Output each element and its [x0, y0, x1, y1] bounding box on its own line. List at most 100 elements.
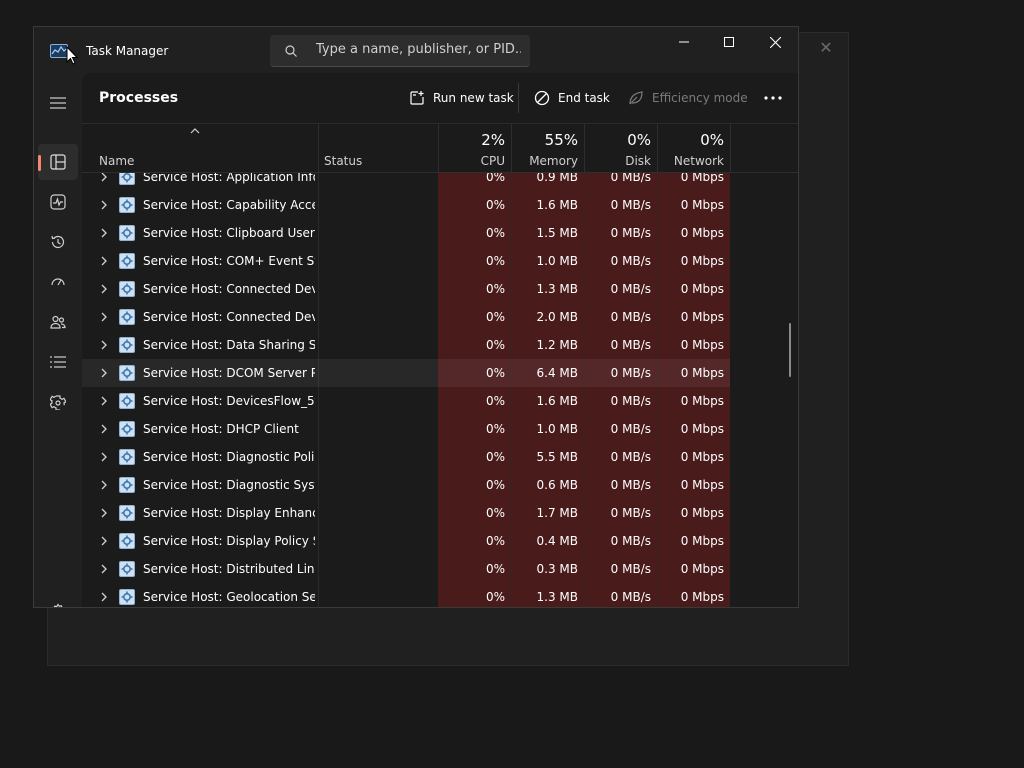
- column-name[interactable]: Name: [99, 154, 134, 168]
- chevron-right-icon[interactable]: [100, 480, 108, 490]
- table-row[interactable]: Service Host: DCOM Server Pr... 0% 6.4 MB 0…: [82, 359, 730, 387]
- process-name: Service Host: Diagnostic Syste...: [143, 478, 315, 492]
- network-value: 0 Mbps: [680, 198, 724, 212]
- run-new-task-button[interactable]: Run new task: [409, 85, 514, 111]
- memory-value: 1.6 MB: [536, 394, 578, 408]
- table-row[interactable]: Service Host: Display Policy Se... 0% 0.4 …: [82, 527, 730, 555]
- chevron-right-icon[interactable]: [100, 564, 108, 574]
- table-row[interactable]: Service Host: Application Infor... 0% 0.9 …: [82, 173, 730, 191]
- process-name: Service Host: Data Sharing Ser...: [143, 338, 315, 352]
- disk-value: 0 MB/s: [610, 590, 651, 604]
- background-close-icon[interactable]: ✕: [817, 39, 835, 57]
- memory-value: 0.4 MB: [536, 534, 578, 548]
- table-row[interactable]: Service Host: Geolocation Serv... 0% 1.3 M…: [82, 583, 730, 607]
- service-gear-icon: [119, 309, 135, 325]
- chevron-right-icon[interactable]: [100, 173, 108, 182]
- network-value: 0 Mbps: [680, 562, 724, 576]
- chevron-right-icon[interactable]: [100, 396, 108, 406]
- nav-startup-apps[interactable]: [38, 264, 78, 300]
- chevron-right-icon[interactable]: [100, 536, 108, 546]
- chevron-right-icon[interactable]: [100, 312, 108, 322]
- title-bar[interactable]: Task Manager: [34, 27, 798, 73]
- table-row[interactable]: Service Host: COM+ Event Sys... 0% 1.0 MB 0…: [82, 247, 730, 275]
- cpu-value: 0%: [485, 478, 505, 492]
- table-row[interactable]: Service Host: Diagnostic Syste... 0% 0.6 M…: [82, 471, 730, 499]
- process-name: Service Host: Capability Acces...: [143, 198, 315, 212]
- service-gear-icon: [119, 197, 135, 213]
- column-status[interactable]: Status: [324, 154, 362, 168]
- process-name: Service Host: Geolocation Serv...: [143, 590, 315, 604]
- disk-value: 0 MB/s: [610, 254, 651, 268]
- cpu-value: 0%: [485, 422, 505, 436]
- service-gear-icon: [119, 589, 135, 605]
- chevron-right-icon[interactable]: [100, 592, 108, 602]
- nav-performance[interactable]: [38, 184, 78, 220]
- cpu-value: 0%: [485, 450, 505, 464]
- service-gear-icon: [119, 365, 135, 381]
- network-value: 0 Mbps: [680, 506, 724, 520]
- table-row[interactable]: Service Host: Diagnostic Polic... 0% 5.5 M…: [82, 443, 730, 471]
- close-button[interactable]: [752, 27, 798, 57]
- memory-value: 5.5 MB: [536, 450, 578, 464]
- efficiency-mode-button[interactable]: Efficiency mode: [628, 85, 748, 111]
- maximize-button[interactable]: [706, 27, 752, 57]
- cpu-value: 0%: [485, 173, 505, 184]
- table-row[interactable]: Service Host: DevicesFlow_5f9... 0% 1.6 MB…: [82, 387, 730, 415]
- disk-value: 0 MB/s: [610, 173, 651, 184]
- search-input[interactable]: [316, 42, 521, 57]
- table-row[interactable]: Service Host: Data Sharing Ser... 0% 1.2 M…: [82, 331, 730, 359]
- chevron-right-icon[interactable]: [100, 368, 108, 378]
- disk-value: 0 MB/s: [610, 394, 651, 408]
- disk-value: 0 MB/s: [610, 506, 651, 520]
- disk-value: 0 MB/s: [610, 534, 651, 548]
- chevron-right-icon[interactable]: [100, 200, 108, 210]
- disk-value: 0 MB/s: [610, 282, 651, 296]
- table-row[interactable]: Service Host: Capability Acces... 0% 1.6 M…: [82, 191, 730, 219]
- nav-settings[interactable]: [38, 593, 78, 607]
- nav-app-history[interactable]: [38, 224, 78, 260]
- minimize-button[interactable]: [661, 27, 707, 57]
- users-icon: [50, 315, 66, 329]
- network-value: 0 Mbps: [680, 254, 724, 268]
- chevron-right-icon[interactable]: [100, 256, 108, 266]
- chevron-right-icon[interactable]: [100, 340, 108, 350]
- table-row[interactable]: Service Host: Display Enhance... 0% 1.7 MB…: [82, 499, 730, 527]
- column-divider[interactable]: [730, 124, 731, 173]
- column-disk[interactable]: Disk: [584, 154, 651, 168]
- nav-services[interactable]: [38, 384, 78, 420]
- chevron-right-icon[interactable]: [100, 228, 108, 238]
- disk-value: 0 MB/s: [610, 338, 651, 352]
- nav-processes[interactable]: [38, 144, 78, 180]
- process-name: Service Host: Display Enhance...: [143, 506, 315, 520]
- cpu-value: 0%: [485, 226, 505, 240]
- table-row[interactable]: Service Host: Connected Devi... 0% 2.0 MB 0…: [82, 303, 730, 331]
- minimize-icon: [679, 41, 689, 43]
- end-task-button[interactable]: End task: [534, 85, 610, 111]
- table-row[interactable]: Service Host: DHCP Client 0% 1.0 MB 0 MB/s 0…: [82, 415, 730, 443]
- column-divider[interactable]: [318, 124, 319, 173]
- more-options-button[interactable]: [759, 85, 787, 111]
- nav-users[interactable]: [38, 304, 78, 340]
- maximize-icon: [724, 37, 734, 47]
- column-memory[interactable]: Memory: [511, 154, 578, 168]
- chevron-right-icon[interactable]: [100, 284, 108, 294]
- vertical-scrollbar[interactable]: [789, 323, 791, 377]
- search-box[interactable]: [270, 35, 530, 67]
- service-gear-icon: [119, 421, 135, 437]
- column-network[interactable]: Network: [657, 154, 724, 168]
- chevron-right-icon[interactable]: [100, 508, 108, 518]
- chevron-right-icon[interactable]: [100, 452, 108, 462]
- hamburger-menu-button[interactable]: [38, 85, 78, 121]
- table-row[interactable]: Service Host: Distributed Link ... 0% 0.3 …: [82, 555, 730, 583]
- cpu-value: 0%: [485, 366, 505, 380]
- network-value: 0 Mbps: [680, 590, 724, 604]
- service-gear-icon: [119, 477, 135, 493]
- nav-details[interactable]: [38, 344, 78, 380]
- table-row[interactable]: Service Host: Clipboard User S... 0% 1.5 M…: [82, 219, 730, 247]
- disk-total-percent: 0%: [627, 131, 651, 149]
- chevron-right-icon[interactable]: [100, 424, 108, 434]
- table-row[interactable]: Service Host: Connected Devi... 0% 1.3 MB 0…: [82, 275, 730, 303]
- network-value: 0 Mbps: [680, 338, 724, 352]
- disk-value: 0 MB/s: [610, 562, 651, 576]
- column-cpu[interactable]: CPU: [438, 154, 505, 168]
